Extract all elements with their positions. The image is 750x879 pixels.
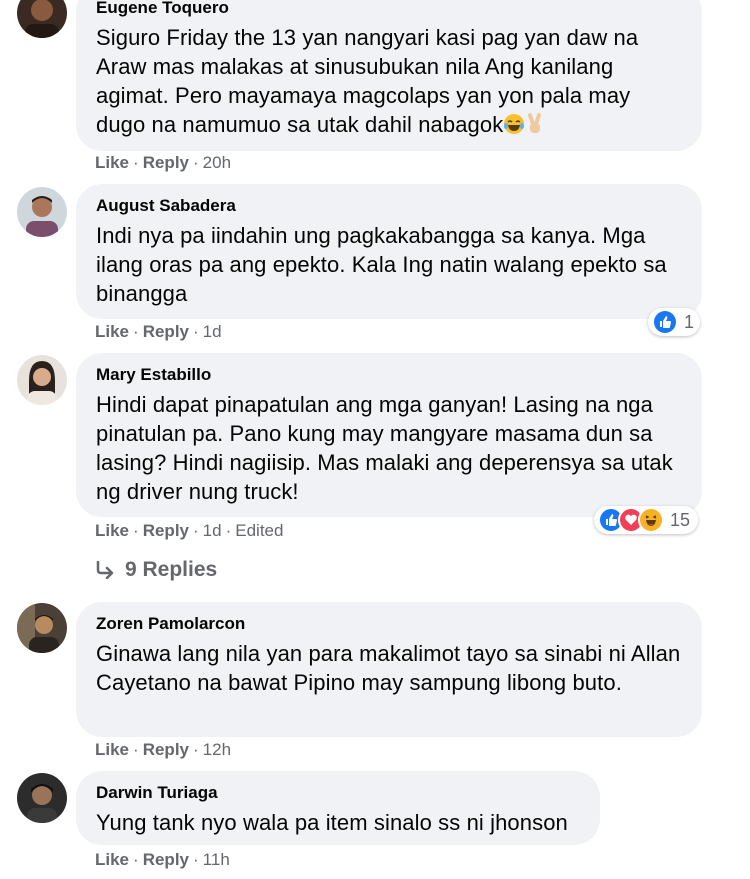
- comment-author[interactable]: August Sabadera: [96, 196, 682, 216]
- view-replies-link[interactable]: 9 Replies: [95, 558, 217, 582]
- avatar[interactable]: [17, 355, 67, 405]
- comment-text: Yung tank nyo wala pa item sinalo ss ni …: [96, 810, 568, 835]
- like-button[interactable]: Like: [95, 521, 129, 540]
- reply-button[interactable]: Reply: [143, 740, 189, 759]
- comment-bubble: August Sabadera Indi nya pa iindahin ung…: [76, 184, 702, 319]
- like-button[interactable]: Like: [95, 153, 129, 172]
- like-button[interactable]: Like: [95, 850, 129, 869]
- comment-actions: Like · Reply · 1d: [95, 322, 222, 342]
- comment-text: Siguro Friday the 13 yan nangyari kasi p…: [96, 23, 682, 142]
- avatar[interactable]: [17, 773, 67, 823]
- separator: ·: [193, 740, 199, 759]
- timestamp[interactable]: 12h: [203, 740, 231, 759]
- reaction-count: 15: [670, 509, 691, 530]
- separator: ·: [133, 153, 139, 172]
- comment-text: Indi nya pa iindahin ung pagkakabangga s…: [96, 223, 667, 306]
- comment-text: Hindi dapat pinapatulan ang mga ganyan! …: [96, 392, 673, 504]
- comment-bubble: Mary Estabillo Hindi dapat pinapatulan a…: [76, 353, 702, 517]
- separator: ·: [133, 322, 139, 341]
- separator: ·: [193, 153, 199, 172]
- separator: ·: [133, 850, 139, 869]
- separator: ·: [193, 850, 199, 869]
- avatar[interactable]: [17, 187, 67, 237]
- like-button[interactable]: Like: [95, 322, 129, 341]
- reaction-count: 1: [683, 311, 694, 332]
- reaction-summary[interactable]: 1: [648, 308, 700, 336]
- reply-arrow-icon: [95, 561, 115, 579]
- separator: ·: [193, 521, 199, 540]
- reply-button[interactable]: Reply: [143, 850, 189, 869]
- tears-of-joy-emoji: [503, 113, 525, 142]
- comment-text: Ginawa lang nila yan para makalimot tayo…: [96, 641, 681, 695]
- like-reaction-icon: [652, 309, 678, 335]
- comment-author[interactable]: Eugene Toquero: [96, 0, 682, 18]
- avatar[interactable]: [17, 0, 67, 38]
- comment-author[interactable]: Darwin Turiaga: [96, 783, 580, 803]
- victory-hand-emoji: [525, 113, 545, 142]
- separator: ·: [225, 521, 232, 540]
- comment-author[interactable]: Mary Estabillo: [96, 365, 682, 385]
- reply-button[interactable]: Reply: [143, 521, 189, 540]
- reply-button[interactable]: Reply: [143, 322, 189, 341]
- timestamp[interactable]: 11h: [203, 850, 230, 869]
- replies-count-label: 9 Replies: [125, 558, 218, 581]
- reply-button[interactable]: Reply: [143, 153, 189, 172]
- reaction-summary[interactable]: 15: [594, 506, 698, 534]
- comment-bubble: Zoren Pamolarcon Ginawa lang nila yan pa…: [76, 602, 702, 737]
- comment-actions: Like · Reply · 12h: [95, 740, 231, 760]
- separator: ·: [133, 521, 139, 540]
- comment-actions: Like · Reply · 20h: [95, 153, 231, 173]
- timestamp[interactable]: 1d: [203, 322, 222, 341]
- like-button[interactable]: Like: [95, 740, 129, 759]
- haha-reaction-icon: [638, 507, 664, 533]
- edited-label: Edited: [235, 521, 284, 540]
- separator: ·: [193, 322, 199, 341]
- comment-author[interactable]: Zoren Pamolarcon: [96, 614, 682, 634]
- comment-actions: Like · Reply · 11h: [95, 850, 230, 870]
- comment-actions: Like · Reply · 1d · Edited: [95, 521, 283, 541]
- separator: ·: [133, 740, 139, 759]
- comment-bubble: Eugene Toquero Siguro Friday the 13 yan …: [76, 0, 702, 151]
- comment-bubble: Darwin Turiaga Yung tank nyo wala pa ite…: [76, 771, 600, 845]
- timestamp[interactable]: 1d: [203, 521, 222, 540]
- timestamp[interactable]: 20h: [203, 153, 231, 172]
- avatar[interactable]: [17, 603, 67, 653]
